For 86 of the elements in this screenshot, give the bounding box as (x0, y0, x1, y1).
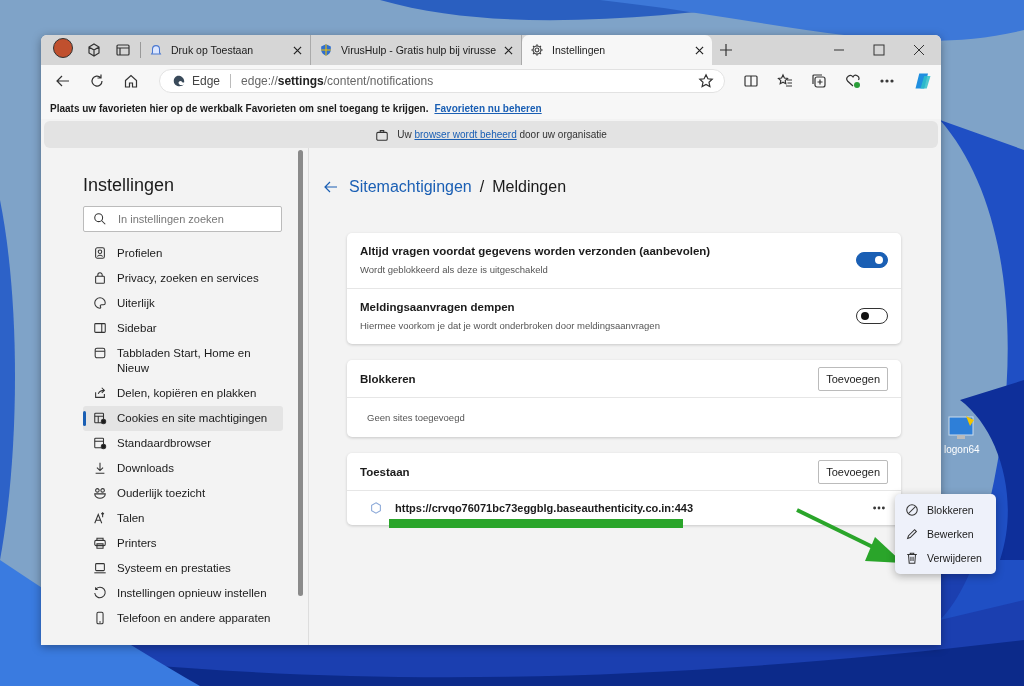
briefcase-icon (375, 127, 390, 142)
site-icon (369, 501, 383, 515)
toggle-switch[interactable] (856, 308, 888, 324)
block-icon (905, 503, 919, 517)
tab-actions-icon[interactable] (115, 42, 131, 58)
section-title: Toestaan (360, 465, 410, 478)
share-icon (93, 386, 107, 400)
breadcrumb-link[interactable]: Sitemachtigingen (349, 178, 472, 196)
avatar[interactable] (53, 38, 73, 58)
profile-icon (93, 246, 107, 260)
search-icon (93, 212, 107, 226)
copilot-icon[interactable] (913, 71, 933, 91)
sidebar-item[interactable]: Profielen (83, 241, 283, 266)
setting-title: Meldingsaanvragen dempen (360, 301, 516, 313)
new-tab-icon[interactable] (718, 42, 735, 58)
empty-message: Geen sites toegevoegd (366, 411, 466, 425)
manage-favorites-link[interactable]: Favorieten nu beheren (434, 102, 542, 114)
palette-icon (93, 296, 107, 310)
setting-description: Wordt geblokkeerd als deze is uitgeschakeld (360, 264, 549, 275)
refresh-icon[interactable] (89, 73, 105, 89)
bell-icon (149, 43, 163, 57)
browser-check-icon (93, 436, 107, 450)
add-button[interactable]: Toevoegen (818, 366, 888, 391)
sidebar-item[interactable]: Downloads (83, 456, 283, 481)
add-button[interactable]: Toevoegen (818, 459, 888, 484)
back-arrow-icon[interactable] (323, 179, 339, 195)
pencil-icon (905, 527, 919, 541)
setting-title: Altijd vragen voordat gegevens worden verzonden (aanbevolen) (360, 245, 712, 257)
search-field[interactable]: In instellingen zoeken (83, 206, 282, 232)
sidebar-item[interactable]: Printers (83, 531, 283, 556)
cookie-icon (93, 411, 107, 425)
sidebar-item[interactable]: Privacy, zoeken en services (83, 266, 283, 291)
split-screen-icon[interactable] (743, 73, 759, 89)
home-icon[interactable] (123, 73, 139, 89)
edge-logo-icon (172, 74, 186, 88)
reset-icon (93, 586, 107, 600)
sidebar-item[interactable]: Instellingen opnieuw instellen (83, 581, 283, 606)
sidebar-title: Instellingen (83, 175, 176, 196)
workspaces-icon[interactable] (86, 42, 102, 58)
laptop-icon (93, 561, 107, 575)
family-icon (93, 486, 107, 500)
close-icon[interactable] (293, 45, 302, 55)
star-icon[interactable] (698, 73, 714, 89)
browser-tab[interactable]: Instellingen (522, 35, 713, 65)
trash-icon (905, 551, 919, 565)
maximize-icon[interactable] (871, 42, 887, 58)
toggle-switch[interactable] (856, 252, 888, 268)
gear-icon (530, 43, 545, 57)
close-icon[interactable] (695, 45, 705, 55)
heart-check-icon[interactable] (845, 73, 861, 89)
menu-item[interactable]: Bewerken (895, 522, 996, 546)
close-icon[interactable] (911, 42, 927, 58)
sidebar-item[interactable]: Talen (83, 506, 283, 531)
setting-description: Hiermee voorkom je dat je wordt onderbroken door meldingsaanvragen (360, 320, 661, 331)
page-title: Meldingen (492, 178, 567, 196)
sidebar-item[interactable]: Telefoon en andere apparaten (83, 606, 283, 631)
menu-item[interactable]: Blokkeren (895, 498, 996, 522)
sidebar-item[interactable]: Systeem en prestaties (83, 556, 283, 581)
sidebar-item[interactable]: Uiterlijk (83, 291, 283, 316)
managed-text: Uw browser wordt beheerd door uw organisatie (397, 129, 607, 140)
shield-icon (319, 43, 333, 57)
sidebar-item[interactable]: Standaardbrowser (83, 431, 283, 456)
close-icon[interactable] (504, 45, 514, 55)
download-icon (93, 461, 107, 475)
sidebar-item[interactable]: Ouderlijk toezicht (83, 481, 283, 506)
collections-icon[interactable] (811, 73, 827, 89)
site-url: https://crvqo76071bc73eggblg.baseauthenticity.co.in:443 (395, 502, 694, 514)
phone-icon (93, 611, 107, 625)
printer-icon (93, 536, 107, 550)
sidebar-item[interactable]: Tabbladen Start, Home en Nieuw (83, 341, 283, 381)
favorites-hint: Plaats uw favorieten hier op de werkbalk Favorieten om snel toegang te krijgen. (50, 102, 429, 114)
managed-link[interactable]: browser wordt beheerd (414, 129, 517, 140)
section-title: Blokkeren (360, 372, 416, 385)
menu-item[interactable]: Verwijderen (895, 546, 996, 570)
sidebar-item[interactable]: Cookies en site machtigingen (83, 406, 283, 431)
back-icon[interactable] (55, 73, 71, 89)
lock-icon (93, 271, 107, 285)
sidebar-item[interactable]: Delen, kopiëren en plakken (83, 381, 283, 406)
favorites-icon[interactable] (777, 73, 793, 89)
sidebar-item[interactable]: Sidebar (83, 316, 283, 341)
scrollbar-thumb[interactable] (298, 150, 303, 596)
window-icon (93, 346, 107, 360)
breadcrumb-separator: / (479, 178, 485, 196)
language-icon (93, 511, 107, 525)
sidebar-icon (93, 321, 107, 335)
address-field[interactable]: Edge edge://settings/content/notifications (159, 69, 725, 93)
